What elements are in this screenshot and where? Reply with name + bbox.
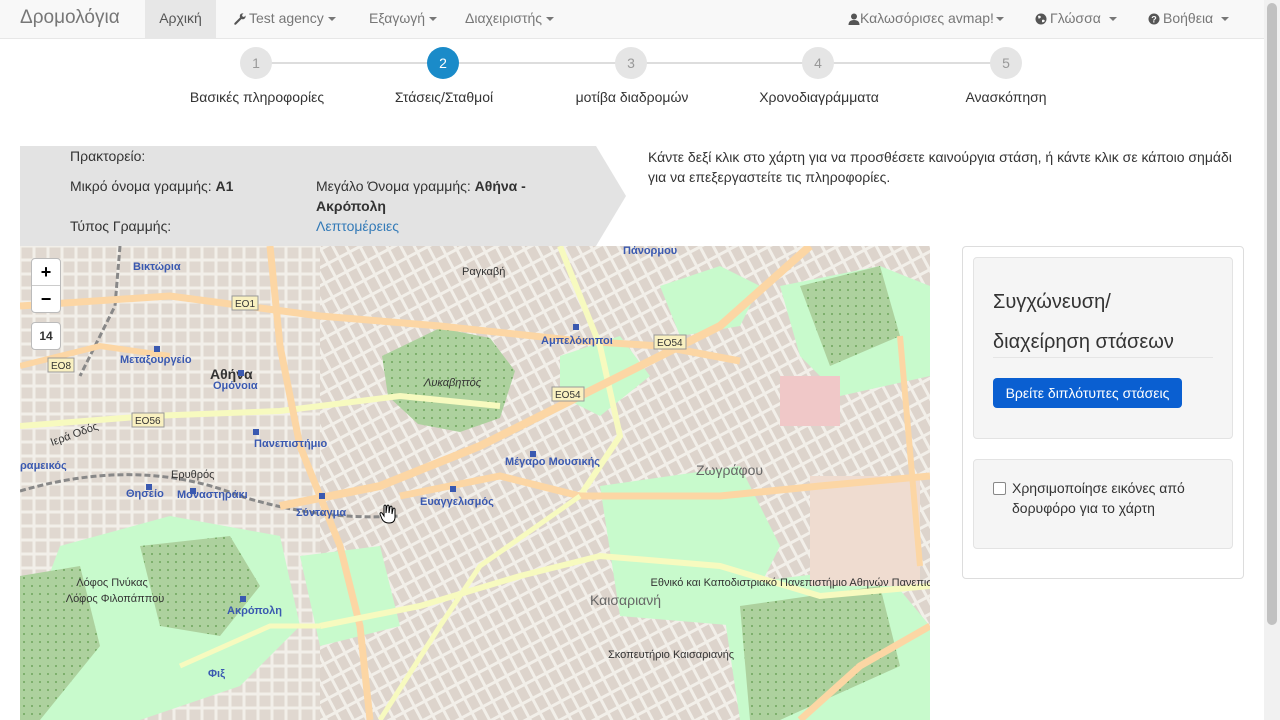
chevron-down-icon — [995, 17, 1004, 22]
map-label-omonoia: Ομόνοια — [213, 380, 258, 392]
map-label-monastiraki: Μοναστηράκι — [177, 489, 248, 501]
map-label-viktoria: Βικτώρια — [133, 261, 181, 273]
nav-help-label: Βοήθεια — [1163, 10, 1214, 26]
details-link[interactable]: Λεπτομέρειες — [316, 218, 399, 234]
nav-agency-dropdown[interactable]: Test agency — [234, 0, 336, 38]
page-scrollbar[interactable] — [1264, 0, 1280, 720]
wizard-step-2[interactable]: 2 — [427, 47, 459, 79]
long-name-row-2: Ακρόπολη — [316, 198, 386, 214]
chevron-down-icon — [1108, 17, 1117, 22]
zoom-level-indicator: 14 — [31, 322, 61, 350]
hand-cursor-icon — [379, 504, 396, 524]
map-canvas[interactable]: Βικτώρια Πάνορμου Μεταξουργείο Αθήνα Ομό… — [20, 246, 930, 720]
short-name-row: Μικρό όνομα γραμμής: A1 — [70, 178, 233, 194]
svg-text:EO54: EO54 — [657, 338, 683, 349]
map-label-panepistimiopoli: Εθνικό και Καποδιστριακό Πανεπιστήμιο Αθ… — [650, 577, 930, 589]
chevron-down-icon — [1221, 17, 1230, 22]
nav-export-label: Εξαγωγή — [369, 10, 426, 26]
wizard-step-5[interactable]: 5 — [990, 47, 1022, 79]
merge-stops-title: Συγχώνευση/ διαχείρηση στάσεων — [993, 291, 1174, 353]
satellite-checkbox-label[interactable]: Χρησιμοποίησε εικόνες από δορυφόρο για τ… — [1012, 478, 1212, 518]
svg-text:EO8: EO8 — [51, 361, 71, 372]
svg-text:EO1: EO1 — [235, 299, 255, 310]
top-navbar: Δρομολόγια Αρχική Test agency Εξαγωγή Δι… — [0, 0, 1264, 39]
map-zoom-control: + − — [31, 258, 61, 313]
user-icon — [848, 13, 860, 25]
scrollbar-thumb[interactable] — [1267, 3, 1277, 625]
chevron-down-icon — [429, 17, 438, 22]
short-name-value: A1 — [215, 178, 234, 194]
map-tiles: Βικτώρια Πάνορμου Μεταξουργείο Αθήνα Ομό… — [20, 246, 930, 720]
map-label-raykavi: Ραγκαβή — [462, 266, 505, 278]
nav-home[interactable]: Αρχική — [145, 0, 216, 38]
wizard-step-4[interactable]: 4 — [802, 47, 834, 79]
nav-help-dropdown[interactable]: ? Βοήθεια — [1148, 0, 1230, 38]
map-label-kaisariani: Καισαριανή — [590, 592, 661, 608]
merge-stops-divider — [993, 357, 1213, 358]
map-label-metaxourgeio: Μεταξουργείο — [120, 354, 192, 366]
campus-area — [810, 476, 920, 586]
map-label-panepistimio: Πανεπιστήμιο — [254, 438, 327, 450]
wizard-step-2-label[interactable]: Στάσεις/Σταθμοί — [344, 89, 544, 105]
wizard-step-1[interactable]: 1 — [240, 47, 272, 79]
wizard-step-1-label[interactable]: Βασικές πληροφορίες — [157, 89, 357, 105]
chevron-down-icon — [546, 17, 555, 22]
route-info-arrow — [596, 146, 626, 246]
nav-language-label: Γλώσσα — [1050, 10, 1101, 26]
map-label-zografou: Ζωγράφου — [696, 462, 763, 478]
zoom-out-button[interactable]: − — [32, 286, 60, 312]
road-shield-eo1: EO1 — [231, 295, 259, 311]
svg-text:EO54: EO54 — [555, 390, 581, 401]
svg-text:EO56: EO56 — [135, 416, 161, 427]
long-name-value-1: Αθήνα - — [474, 178, 526, 194]
map-label-akropoli: Ακρόπολη — [227, 605, 282, 617]
long-name-row: Μεγάλο Όνομα γραμμής: Αθήνα - — [316, 178, 526, 194]
chevron-down-icon — [327, 17, 336, 22]
map-label-filopappou: Λόφος Φιλοπάππου — [66, 593, 165, 605]
nav-language-dropdown[interactable]: Γλώσσα — [1035, 0, 1117, 38]
wizard-step-3-label[interactable]: μοτίβα διαδρομών — [532, 89, 732, 105]
wizard-step-5-label[interactable]: Ανασκόπηση — [906, 89, 1106, 105]
long-name-label: Μεγάλο Όνομα γραμμής: — [316, 178, 471, 194]
nav-home-label: Αρχική — [159, 10, 202, 26]
map-label-pnykas: Λόφος Πνύκας — [76, 577, 148, 589]
map-label-evangelismos: Ευαγγελισμός — [420, 496, 494, 508]
map-label-fix: Φιξ — [208, 668, 225, 680]
wizard-step-4-label[interactable]: Χρονοδιαγράμματα — [719, 89, 919, 105]
long-name-value-2: Ακρόπολη — [316, 198, 386, 214]
zoom-in-button[interactable]: + — [32, 259, 60, 286]
map-label-megaro: Μέγαρο Μουσικής — [505, 456, 600, 468]
nav-agency-label: Test agency — [249, 10, 324, 26]
map-label-thiseio: Θησείο — [126, 488, 164, 500]
agency-label: Πρακτορείο: — [70, 148, 146, 164]
globe-icon — [1035, 13, 1047, 25]
map-label-erythros: Ερυθρός — [171, 469, 214, 481]
road-shield-eo56: EO56 — [131, 412, 165, 428]
nav-user-label: Καλωσόρισες avmap! — [860, 10, 994, 26]
road-shield-eo54b: EO54 — [551, 386, 585, 402]
map-help-text: Κάντε δεξί κλικ στο χάρτη για να προσθέσ… — [648, 149, 1232, 185]
map-label-panormou: Πάνορμου — [623, 246, 677, 257]
map-label-lykavittos: Λυκαβηττός — [423, 377, 482, 389]
route-type-label: Τύπος Γραμμής: — [70, 218, 172, 234]
nav-user-dropdown[interactable]: Καλωσόρισες avmap! — [848, 0, 1004, 38]
road-shield-eo8: EO8 — [47, 357, 75, 373]
brand-logo[interactable]: Δρομολόγια — [20, 7, 120, 29]
university-buildings — [780, 376, 840, 426]
map-label-skopeftirio: Σκοπευτήριο Καισαριανής — [608, 649, 734, 661]
question-circle-icon: ? — [1148, 13, 1160, 25]
map-label-keramikos: ραμεικός — [20, 460, 67, 472]
map-label-syntagma: Σύνταγμα — [296, 507, 346, 519]
find-duplicate-stops-button[interactable]: Βρείτε διπλότυπες στάσεις — [993, 378, 1182, 408]
nav-admin-label: Διαχειριστής — [465, 10, 543, 26]
map-label-ampelokipoi: Αμπελόκηποι — [541, 335, 613, 347]
nav-admin-dropdown[interactable]: Διαχειριστής — [465, 0, 555, 38]
short-name-label: Μικρό όνομα γραμμής: — [70, 178, 212, 194]
satellite-checkbox[interactable] — [993, 482, 1006, 495]
wrench-icon — [234, 13, 246, 25]
nav-export-dropdown[interactable]: Εξαγωγή — [369, 0, 438, 38]
svg-text:?: ? — [1151, 15, 1157, 25]
road-shield-eo54a: EO54 — [653, 334, 687, 350]
wizard-step-3[interactable]: 3 — [615, 47, 647, 79]
